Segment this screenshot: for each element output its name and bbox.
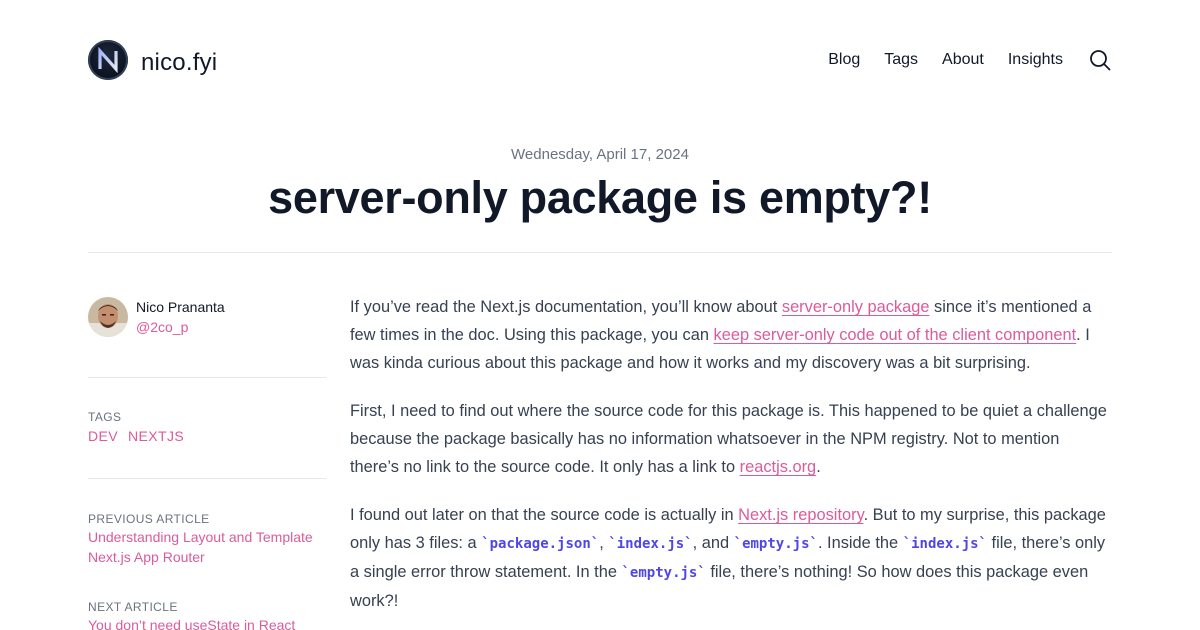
sidebar-divider <box>88 377 326 378</box>
tag-list: DEV NEXTJS <box>88 428 194 444</box>
paragraph-text: . Inside the <box>817 534 903 552</box>
server-only-package-link[interactable]: server-only package <box>782 298 930 316</box>
home-link[interactable]: nico.fyi <box>88 40 217 80</box>
sidebar-divider <box>88 478 326 479</box>
paragraph-text: First, I need to find out where the sour… <box>350 402 1107 476</box>
author-handle-link[interactable]: @2co_p <box>136 317 225 337</box>
inline-code: `empty.js` <box>733 536 818 552</box>
next-article-link[interactable]: You don’t need useState in React <box>88 615 326 630</box>
nav-insights[interactable]: Insights <box>1008 51 1063 69</box>
main-nav: Blog Tags About Insights <box>828 40 1112 80</box>
site-name: nico.fyi <box>141 49 218 76</box>
post-sidebar: Nico Prananta @2co_p TAGS DEV NEXTJS PRE… <box>88 296 326 630</box>
inline-code: `index.js` <box>902 536 987 552</box>
nav-blog[interactable]: Blog <box>828 51 860 69</box>
paragraph-text: If you’ve read the Next.js documentation… <box>350 298 782 316</box>
logo-icon <box>88 40 128 80</box>
paragraph: I found out later on that the source cod… <box>350 501 1112 615</box>
keep-server-only-code-link[interactable]: keep server-only code out of the client … <box>714 326 1077 344</box>
post-date: Wednesday, April 17, 2024 <box>511 146 689 163</box>
header-divider <box>88 252 1112 253</box>
paragraph-text: . <box>816 458 821 476</box>
paragraph: First, I need to find out where the sour… <box>350 397 1112 481</box>
inline-code: `index.js` <box>608 536 693 552</box>
nav-about[interactable]: About <box>942 51 984 69</box>
search-icon[interactable] <box>1088 48 1112 72</box>
paragraph-text: , <box>599 534 609 552</box>
author-name: Nico Prananta <box>136 298 225 315</box>
article-body: If you’ve read the Next.js documentation… <box>350 293 1112 630</box>
post-title: server-only package is empty?! <box>268 172 932 223</box>
reactjs-link[interactable]: reactjs.org <box>740 458 817 476</box>
inline-code: `package.json` <box>481 536 600 552</box>
previous-article-label: PREVIOUS ARTICLE <box>88 512 210 526</box>
next-article-label: NEXT ARTICLE <box>88 600 178 614</box>
nav-tags[interactable]: Tags <box>884 51 918 69</box>
avatar <box>88 296 128 337</box>
tag-dev[interactable]: DEV <box>88 428 118 444</box>
tag-nextjs[interactable]: NEXTJS <box>128 428 184 444</box>
paragraph-text: I found out later on that the source cod… <box>350 506 739 524</box>
author-card: Nico Prananta @2co_p <box>88 296 326 337</box>
paragraph-text: , and <box>692 534 734 552</box>
site-header: nico.fyi Blog Tags About Insights <box>88 40 1112 80</box>
tags-label: TAGS <box>88 410 122 424</box>
paragraph: If you’ve read the Next.js documentation… <box>350 293 1112 377</box>
previous-article-link[interactable]: Understanding Layout and Template Next.j… <box>88 527 326 567</box>
nextjs-repository-link[interactable]: Next.js repository <box>738 506 863 524</box>
inline-code: `empty.js` <box>621 565 706 581</box>
